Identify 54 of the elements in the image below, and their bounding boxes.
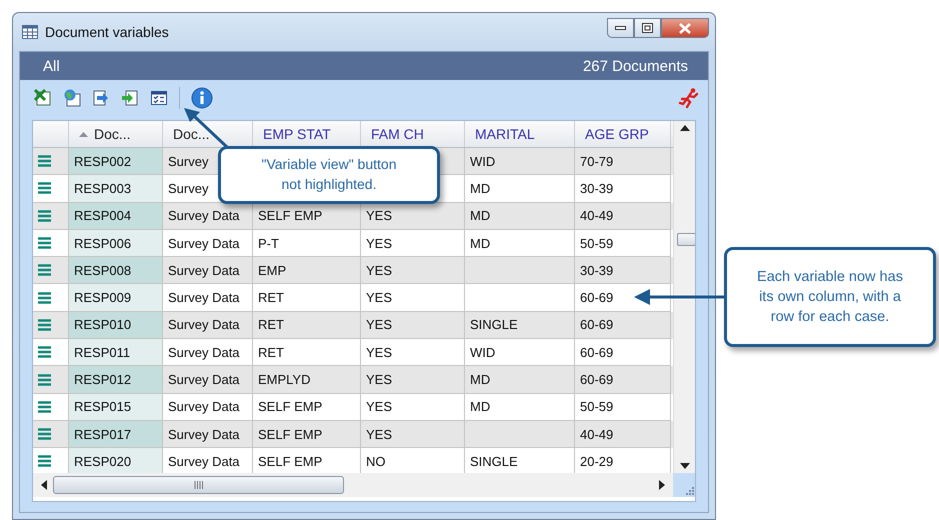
checklist-icon — [150, 89, 168, 107]
table-cell: RESP008 — [69, 257, 163, 284]
table-cell: RESP020 — [69, 448, 163, 473]
globe-icon — [63, 89, 81, 107]
table-icon — [22, 25, 38, 39]
scroll-left-icon[interactable] — [41, 480, 47, 490]
spreadsheet-icon — [34, 89, 52, 107]
scrollbar-thumb[interactable] — [53, 476, 344, 494]
column-header[interactable]: AGE GRP — [575, 121, 671, 147]
callout: "Variable view" button not highlighted. — [218, 146, 440, 204]
table-cell: RESP006 — [69, 230, 163, 258]
table-cell: RESP004 — [69, 202, 163, 230]
column-header[interactable]: MARITAL — [465, 121, 575, 147]
table-cell: RESP012 — [69, 366, 163, 394]
row-menu-icon[interactable] — [38, 182, 51, 194]
minimize-button[interactable] — [607, 18, 634, 38]
callout: Each variable now has its own column, with a row for each case. — [724, 247, 936, 347]
maximize-icon — [642, 23, 653, 33]
table-cell: RESP010 — [69, 312, 163, 340]
scroll-up-icon[interactable] — [680, 125, 690, 131]
table-cell: RESP011 — [69, 339, 163, 366]
scrollbar-thumb[interactable] — [677, 233, 695, 246]
import-icon — [121, 89, 139, 107]
column-header[interactable]: Doc... — [69, 121, 163, 147]
row-menu-icon[interactable] — [38, 400, 51, 413]
runner-icon — [678, 87, 700, 109]
row-menu-icon[interactable] — [38, 210, 51, 222]
minimize-icon — [615, 26, 626, 30]
row-menu-icon[interactable] — [38, 428, 51, 440]
window-title: Document variables — [45, 24, 170, 40]
resize-grip-icon[interactable] — [686, 487, 695, 496]
row-menu-icon[interactable] — [38, 237, 51, 250]
table-cell: RESP003 — [69, 175, 163, 203]
filter-label: All — [43, 58, 60, 74]
toolbar-button[interactable] — [189, 85, 215, 111]
document-count: 267 Documents — [582, 58, 688, 74]
close-icon — [679, 22, 691, 34]
row-menu-icon[interactable] — [38, 346, 51, 358]
row-menu-icon[interactable] — [38, 455, 51, 468]
info-icon — [191, 87, 213, 109]
table-cell: RESP017 — [69, 420, 163, 448]
scroll-down-icon[interactable] — [680, 463, 690, 469]
maximize-button[interactable] — [634, 18, 661, 38]
row-menu-icon[interactable] — [38, 155, 51, 168]
scroll-right-icon[interactable] — [659, 480, 665, 490]
close-button[interactable] — [661, 18, 709, 38]
row-menu-icon[interactable] — [38, 374, 51, 386]
row-menu-icon[interactable] — [38, 292, 51, 304]
table-cell: RESP002 — [69, 148, 163, 176]
table-cell: RESP015 — [69, 394, 163, 421]
export-icon — [92, 89, 110, 107]
row-menu-icon[interactable] — [38, 318, 51, 331]
table-cell: RESP009 — [69, 284, 163, 312]
row-menu-icon[interactable] — [38, 264, 51, 276]
